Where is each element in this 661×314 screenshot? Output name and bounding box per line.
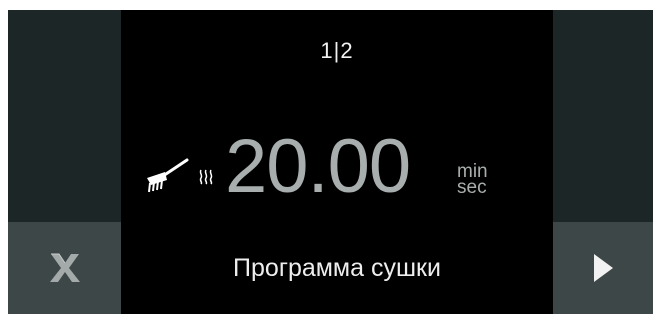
page-indicator: 1|2 bbox=[320, 38, 354, 63]
brush-icon bbox=[147, 158, 189, 193]
play-arrow-icon bbox=[594, 254, 613, 282]
timer-units: min sec bbox=[457, 162, 488, 198]
cancel-button[interactable] bbox=[8, 222, 121, 314]
timer-row: 20.00 min sec bbox=[121, 124, 553, 209]
close-icon bbox=[49, 253, 80, 282]
left-side-panel bbox=[8, 10, 121, 222]
steam-icon bbox=[199, 169, 213, 185]
unit-seconds: sec bbox=[457, 177, 487, 198]
right-side-panel bbox=[553, 10, 653, 222]
timer-value: 20.00 bbox=[225, 124, 411, 209]
display-screen: 1|2 20.00 min sec Программа сушки bbox=[8, 10, 653, 314]
program-name: Программа сушки bbox=[233, 254, 441, 282]
next-button[interactable] bbox=[553, 222, 653, 314]
main-display: 1|2 20.00 min sec Программа сушки bbox=[121, 10, 553, 314]
